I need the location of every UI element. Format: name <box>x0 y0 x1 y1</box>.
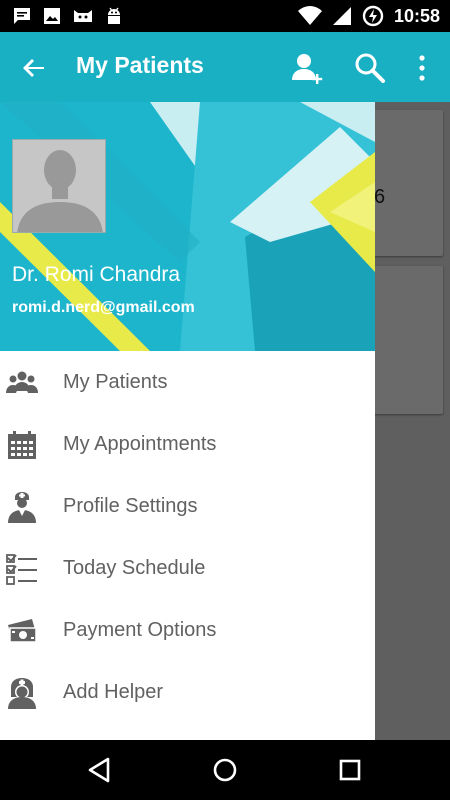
drawer-item-profile-settings[interactable]: Profile Settings <box>0 475 375 537</box>
image-icon <box>44 8 60 24</box>
calendar-icon <box>8 431 36 459</box>
patient-card-text: 6 <box>374 186 386 208</box>
cat-icon <box>74 10 92 22</box>
back-arrow-icon[interactable] <box>18 52 50 84</box>
home-icon[interactable] <box>209 754 241 786</box>
drawer-item-my-appointments[interactable]: My Appointments <box>0 413 375 475</box>
drawer-header: Dr. Romi Chandra romi.d.nerd@gmail.com <box>0 102 375 351</box>
system-nav-bar <box>0 740 450 800</box>
drawer-menu: My Patients My Appointments Profile Sett… <box>0 351 375 723</box>
drawer-item-label: My Patients <box>63 371 168 393</box>
nurse-icon <box>8 678 36 709</box>
drawer-item-label: Add Helper <box>63 681 164 703</box>
navigation-drawer: Dr. Romi Chandra romi.d.nerd@gmail.com M… <box>0 102 375 740</box>
money-icon <box>8 619 37 643</box>
drawer-item-label: Today Schedule <box>63 557 206 579</box>
drawer-item-add-helper[interactable]: Add Helper <box>0 661 375 723</box>
drawer-item-today-schedule[interactable]: Today Schedule <box>0 537 375 599</box>
add-user-icon[interactable] <box>290 50 326 86</box>
clock: 10:58 <box>393 6 440 26</box>
doctor-name: Dr. Romi Chandra <box>12 263 181 286</box>
android-icon <box>108 7 120 24</box>
doctor-email: romi.d.nerd@gmail.com <box>12 299 195 316</box>
drawer-item-label: Payment Options <box>63 619 217 641</box>
search-icon[interactable] <box>352 50 388 86</box>
battery-charging-icon <box>362 5 384 27</box>
drawer-item-label: My Appointments <box>63 433 217 455</box>
back-icon[interactable] <box>84 754 116 786</box>
page-title: My Patients <box>76 52 204 78</box>
avatar[interactable] <box>12 139 106 233</box>
recents-icon[interactable] <box>334 754 366 786</box>
patients-group-icon <box>6 371 38 393</box>
wifi-icon <box>297 6 322 26</box>
drawer-item-payment-options[interactable]: Payment Options <box>0 599 375 661</box>
drawer-item-my-patients[interactable]: My Patients <box>0 351 375 413</box>
overflow-menu-icon[interactable] <box>404 50 440 86</box>
app-bar: My Patients <box>0 32 450 102</box>
checklist-icon <box>6 554 37 585</box>
drawer-item-label: Profile Settings <box>63 495 198 517</box>
person-placeholder-icon <box>13 140 105 232</box>
doctor-icon <box>8 492 36 523</box>
status-bar: 10:58 <box>0 0 450 32</box>
chat-icon <box>14 8 30 24</box>
signal-icon <box>332 7 351 25</box>
